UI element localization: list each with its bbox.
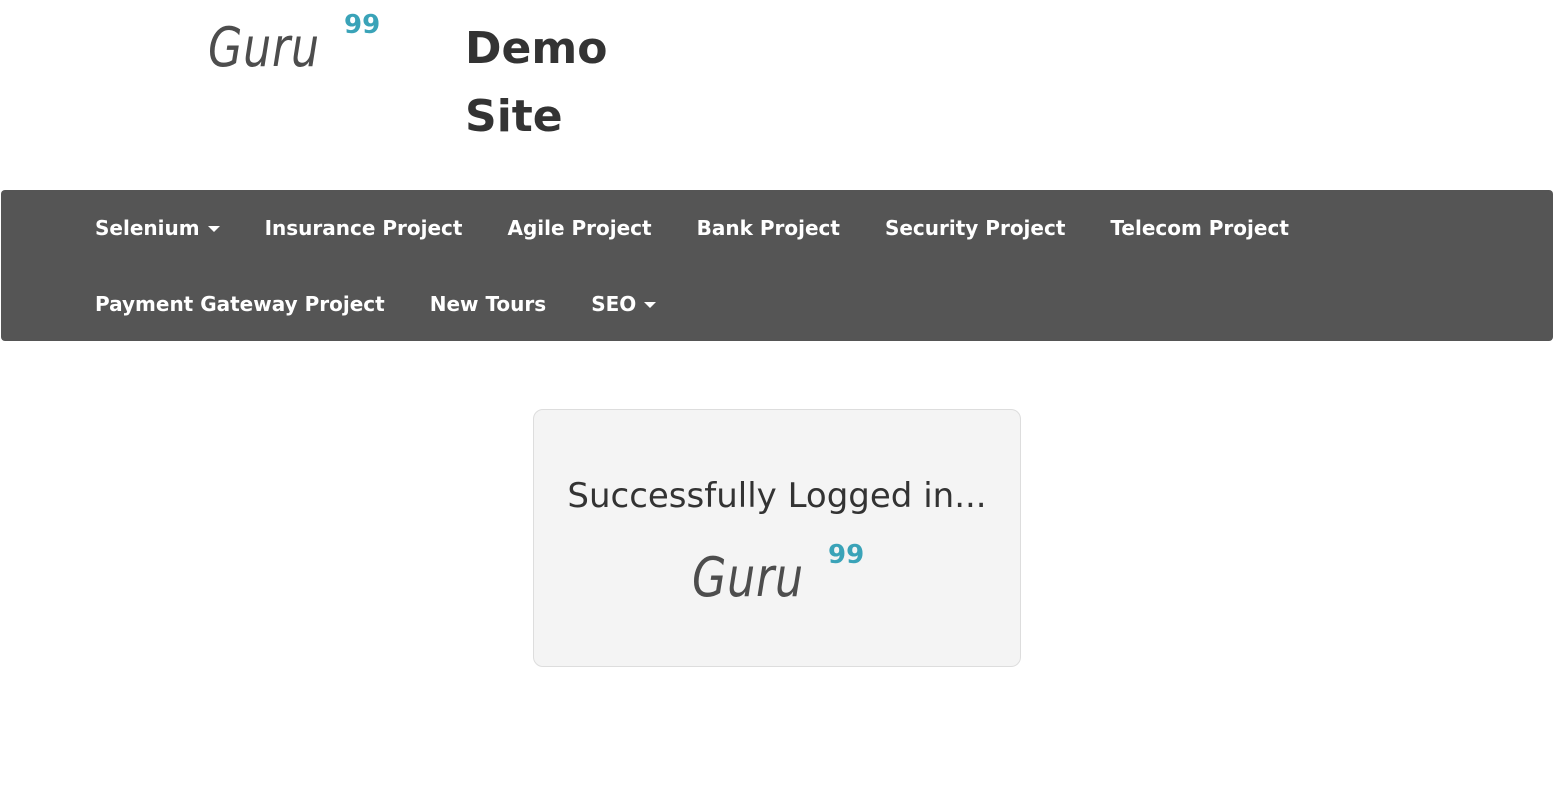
- site-title: Demo Site: [465, 23, 608, 142]
- nav-item-security-project[interactable]: Security Project: [885, 216, 1065, 240]
- logo-superscript: 99: [344, 10, 381, 40]
- nav-item-label: Security Project: [884, 216, 1066, 240]
- header: Guru 99 Demo Site: [0, 0, 1554, 190]
- nav-row: Selenium Insurance Project Agile Project…: [95, 190, 1334, 266]
- guru99-logo-panel: Guru 99: [692, 540, 872, 620]
- nav-item-label: Bank Project: [696, 216, 840, 240]
- nav-item-insurance-project[interactable]: Insurance Project: [265, 216, 463, 240]
- nav-item-telecom-project[interactable]: Telecom Project: [1110, 216, 1288, 240]
- nav-item-label: Selenium: [95, 216, 200, 240]
- logo-superscript: 99: [828, 540, 865, 570]
- main-navbar: Selenium Insurance Project Agile Project…: [1, 190, 1553, 341]
- nav-item-label: Agile Project: [507, 216, 652, 240]
- guru99-logo[interactable]: Guru 99: [208, 10, 388, 80]
- nav-row: Payment Gateway Project New Tours SEO: [95, 266, 701, 341]
- nav-item-bank-project[interactable]: Bank Project: [697, 216, 840, 240]
- nav-item-seo[interactable]: SEO: [591, 291, 657, 316]
- nav-item-new-tours[interactable]: New Tours: [430, 292, 546, 316]
- nav-item-payment-gateway-project[interactable]: Payment Gateway Project: [95, 292, 385, 316]
- nav-item-label: Telecom Project: [1110, 216, 1289, 240]
- nav-item-selenium[interactable]: Selenium: [95, 216, 220, 240]
- success-message: Successfully Logged in...: [567, 476, 987, 516]
- logo-text: Guru: [208, 16, 320, 79]
- caret-down-icon: [207, 226, 220, 232]
- nav-item-label: New Tours: [429, 291, 547, 316]
- nav-item-label: Payment Gateway Project: [95, 291, 385, 316]
- nav-item-label: Insurance Project: [264, 216, 463, 240]
- nav-item-label: SEO: [591, 291, 637, 316]
- login-success-panel: Successfully Logged in... Guru 99: [533, 409, 1021, 667]
- logo-text: Guru: [692, 546, 804, 609]
- caret-down-icon: [644, 301, 657, 308]
- nav-item-agile-project[interactable]: Agile Project: [507, 216, 651, 240]
